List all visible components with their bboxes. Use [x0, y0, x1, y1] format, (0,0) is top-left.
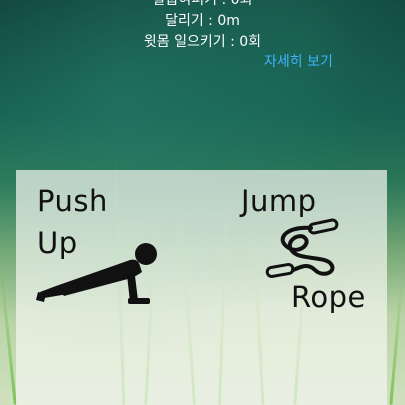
view-details-link[interactable]: 자세히 보기 [264, 51, 333, 71]
jumprope-label-line2: Rope [291, 280, 366, 314]
jumprope-label-line1: Jump [241, 184, 317, 218]
stat-running: 달리기 : 0m [165, 13, 240, 29]
pushup-label-line1: Push [37, 184, 108, 218]
jumprope-tile[interactable]: Jump Rope [201, 170, 387, 405]
stat-situp: 윗몸 일으키기 : 0회 [143, 34, 262, 50]
jump-rope-icon [265, 218, 345, 280]
pushup-figure-icon [34, 238, 164, 313]
stat-pushup: 팔굽혀펴기 : 0회 [152, 0, 253, 8]
pushup-tile[interactable]: Push Up [16, 170, 201, 405]
